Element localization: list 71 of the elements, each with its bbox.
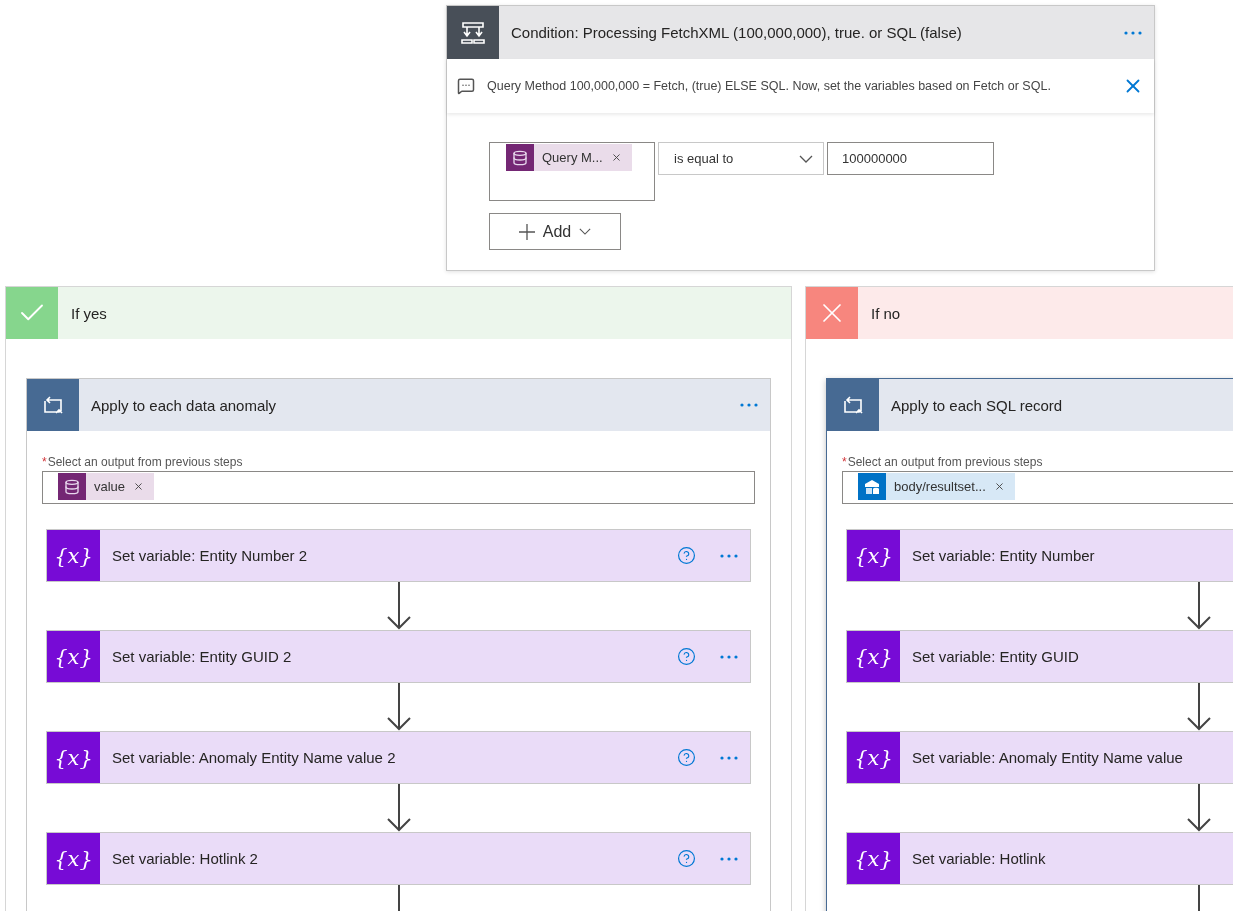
branch-title: If no [870,304,901,322]
remove-icon[interactable] [993,481,1005,492]
loop-card[interactable] [26,378,771,911]
step-title: Set variable: Hotlink 2 [111,850,259,867]
variable-icon: {x} [847,631,900,682]
chevron-icon [799,154,813,163]
token-chip[interactable]: Query M... [506,144,632,171]
field-label: *Select an output from previous steps [842,455,1044,469]
arrow-connector [385,683,412,731]
loop-icon [41,395,65,415]
database-icon [512,149,528,166]
loop-title: Apply to each data anomaly [90,396,278,414]
plus-icon [518,223,535,240]
variable-icon: {x} [847,732,900,783]
action-step[interactable]: {x} Set variable: Entity GUID [846,630,1233,683]
help-icon [677,849,696,868]
more-icon [720,856,738,861]
comment-text: Query Method 100,000,000 = Fetch, (true) ELSE SQL. Now, set the variables based on Fetch or SQL. [487,79,1052,93]
action-step[interactable]: {x} Set variable: Entity Number [846,529,1233,582]
action-step[interactable]: {x} Set variable: Anomaly Entity Name value [846,731,1233,784]
operand-field[interactable]: Query M... [489,142,655,201]
more-icon [720,654,738,659]
more-icon [720,755,738,760]
loop-icon [841,395,865,415]
remove-icon[interactable] [610,152,622,163]
step-title: Set variable: Entity Number [911,547,1096,564]
condition-title: Condition: Processing FetchXML (100,000,000), true. or SQL (false) [510,24,963,41]
arrow-connector [1185,683,1212,731]
variable-icon: {x} [47,530,100,581]
condition-icon [460,20,486,45]
help-icon [677,647,696,666]
step-title: Set variable: Anomaly Entity Name value [911,749,1184,766]
help-icon [677,748,696,767]
more-icon [720,553,738,558]
output-field[interactable]: body/resultset... [842,471,1233,504]
arrow-connector [1185,784,1212,832]
operator-dropdown[interactable]: is equal to [658,142,824,175]
variable-icon: {x} [47,732,100,783]
database-server-icon [863,477,881,496]
variable-icon: {x} [47,631,100,682]
value-input[interactable]: 100000000 [827,142,994,175]
field-label: *Select an output from previous steps [42,455,244,469]
action-step[interactable]: {x} Set variable: Hotlink 2 [46,832,751,885]
action-step[interactable]: {x} Set variable: Anomaly Entity Name value 2 [46,731,751,784]
more-icon [740,403,758,407]
action-step[interactable]: {x} Set variable: Entity GUID 2 [46,630,751,683]
step-title: Set variable: Entity GUID [911,648,1080,665]
output-field[interactable]: value [42,471,755,504]
arrow-connector [385,784,412,832]
arrow-connector [1185,582,1212,630]
step-title: Set variable: Entity GUID 2 [111,648,293,665]
branch-title: If yes [70,304,107,322]
action-step[interactable]: {x} Set variable: Hotlink [846,832,1233,885]
action-step[interactable]: {x} Set variable: Entity Number 2 [46,529,751,582]
step-title: Set variable: Hotlink [911,850,1047,867]
arrow-connector [385,582,412,630]
help-icon [677,546,696,565]
database-icon [64,478,80,495]
comment-icon [457,77,475,95]
loop-title: Apply to each SQL record [890,396,1064,414]
add-button[interactable]: Add [489,213,621,250]
step-title: Set variable: Entity Number 2 [111,547,309,564]
variable-icon: {x} [847,833,900,884]
more-icon [1124,30,1142,35]
remove-icon[interactable] [133,481,145,492]
variable-icon: {x} [47,833,100,884]
variable-icon: {x} [847,530,900,581]
token-chip[interactable]: value [58,473,155,500]
token-chip[interactable]: body/resultset... [858,473,1015,500]
step-title: Set variable: Anomaly Entity Name value 2 [111,749,397,766]
chevron-icon [579,228,592,235]
